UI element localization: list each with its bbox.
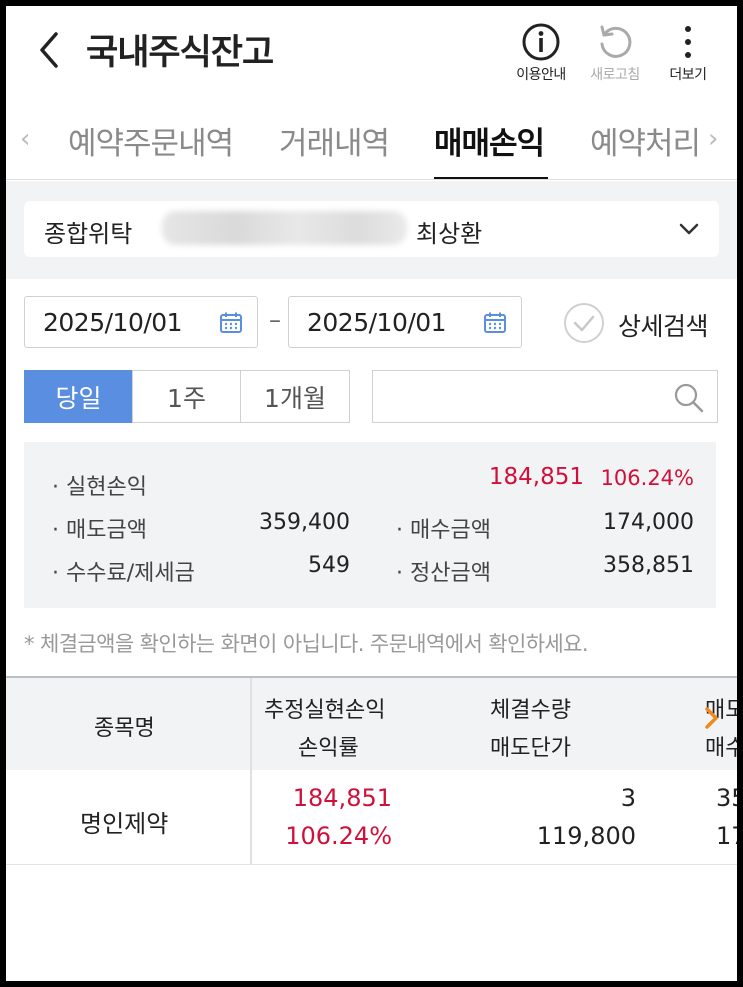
table-row[interactable]: 명인제약 184,851 106.24% 3 119,800 35 17 xyxy=(6,770,737,865)
tab-scroll-right-icon[interactable]: › xyxy=(706,124,719,154)
column-divider xyxy=(250,678,252,772)
pl-summary-panel: · 실현손익 184,851 106.24% · 매도금액 359,400 · … xyxy=(24,442,716,608)
end-date-field[interactable]: 2025/10/01 xyxy=(288,296,522,348)
realized-pl-label: · 실현손익 xyxy=(52,475,147,500)
more-button[interactable]: 더보기 xyxy=(656,20,720,84)
sell-amount-value: 359,400 xyxy=(259,510,350,535)
period-1week-button[interactable]: 1주 xyxy=(132,370,241,423)
col-header-pl-rate: 손익률 xyxy=(298,736,359,761)
info-icon xyxy=(522,23,560,61)
row-pl-rate: 106.24% xyxy=(285,822,392,850)
refresh-icon xyxy=(600,25,632,58)
notice-text: * 체결금액을 확인하는 화면이 아닙니다. 주문내역에서 확인하세요. xyxy=(24,632,589,656)
account-band: 종합위탁 최상환 xyxy=(6,181,737,279)
row-sell-price: 119,800 xyxy=(536,822,636,850)
tab-transactions[interactable]: 거래내역 xyxy=(279,118,390,163)
account-type: 종합위탁 xyxy=(44,220,133,248)
row-stock-name: 명인제약 xyxy=(80,810,169,838)
row-exec-qty: 3 xyxy=(620,784,636,812)
buy-amount-value: 174,000 xyxy=(603,510,694,535)
table-header: 종목명 추정실현손익 손익률 체결수량 매도단가 매도 매수 xyxy=(6,676,737,772)
calendar-icon xyxy=(484,312,506,333)
chevron-right-icon xyxy=(705,707,718,729)
calendar-icon xyxy=(220,312,242,333)
account-selector[interactable]: 종합위탁 최상환 xyxy=(24,201,719,257)
settlement-amount-label: · 정산금액 xyxy=(396,561,491,586)
detail-search-toggle[interactable]: 상세검색 xyxy=(562,301,722,345)
guide-label: 이용안내 xyxy=(516,67,566,83)
realized-pl-rate: 106.24% xyxy=(600,466,694,490)
settlement-amount-value: 358,851 xyxy=(603,553,694,578)
more-vertical-icon xyxy=(685,26,691,58)
refresh-label: 새로고침 xyxy=(590,67,640,83)
stock-search-input[interactable] xyxy=(385,379,665,415)
col-header-sell-price: 매도단가 xyxy=(490,736,571,761)
search-icon[interactable] xyxy=(673,382,705,414)
tab-bar: ‹ 예약주문내역 거래내역 매매손익 예약처리 › xyxy=(6,102,737,180)
active-tab-indicator xyxy=(434,177,548,179)
col-header-est-realized-pl: 추정실현손익 xyxy=(264,698,386,723)
col-header-exec-qty: 체결수량 xyxy=(490,698,571,723)
sell-amount-label: · 매도금액 xyxy=(52,518,147,543)
check-circle-icon xyxy=(564,303,604,343)
buy-amount-label: · 매수금액 xyxy=(396,518,491,543)
chevron-down-icon xyxy=(679,223,699,235)
fee-tax-label: · 수수료/제세금 xyxy=(52,561,195,586)
page-title: 국내주식잔고 xyxy=(86,33,274,73)
date-separator: – xyxy=(269,306,281,334)
row-buy-amount: 17 xyxy=(716,822,737,850)
detail-search-label: 상세검색 xyxy=(618,312,709,341)
more-label: 더보기 xyxy=(669,67,707,83)
guide-button[interactable]: 이용안내 xyxy=(509,20,573,84)
tab-reserved-orders[interactable]: 예약주문내역 xyxy=(68,118,234,163)
tab-reserved-processing[interactable]: 예약처리 xyxy=(590,118,701,163)
account-owner: 최상환 xyxy=(416,220,483,248)
app-screen: 국내주식잔고 이용안내 새로고침 더보기 ‹ 예약주문내역 거래내역 매매손익 … xyxy=(6,6,737,981)
refresh-button[interactable]: 새로고침 xyxy=(583,20,647,84)
app-header: 국내주식잔고 이용안내 새로고침 더보기 xyxy=(6,6,737,96)
start-date-field[interactable]: 2025/10/01 xyxy=(24,296,258,348)
account-number-blurred xyxy=(162,211,407,245)
period-1month-button[interactable]: 1개월 xyxy=(240,370,350,423)
chevron-left-icon xyxy=(40,32,58,68)
col-header-stock-name: 종목명 xyxy=(94,716,155,741)
col-header-buy-amount: 매수 xyxy=(705,736,737,761)
end-date-value: 2025/10/01 xyxy=(307,308,447,337)
stock-search-box xyxy=(372,370,718,423)
realized-pl-value: 184,851 xyxy=(488,464,584,490)
row-sell-amount: 35 xyxy=(716,784,737,812)
tab-scroll-left-icon[interactable]: ‹ xyxy=(20,124,30,154)
column-divider xyxy=(250,770,252,864)
fee-tax-value: 549 xyxy=(308,553,350,578)
row-est-realized-pl: 184,851 xyxy=(292,784,392,812)
back-button[interactable] xyxy=(34,28,64,72)
period-today-button[interactable]: 당일 xyxy=(24,370,133,423)
table-scroll-right-button[interactable] xyxy=(703,706,721,734)
start-date-value: 2025/10/01 xyxy=(43,308,183,337)
tab-trade-pl[interactable]: 매매손익 xyxy=(434,118,545,163)
